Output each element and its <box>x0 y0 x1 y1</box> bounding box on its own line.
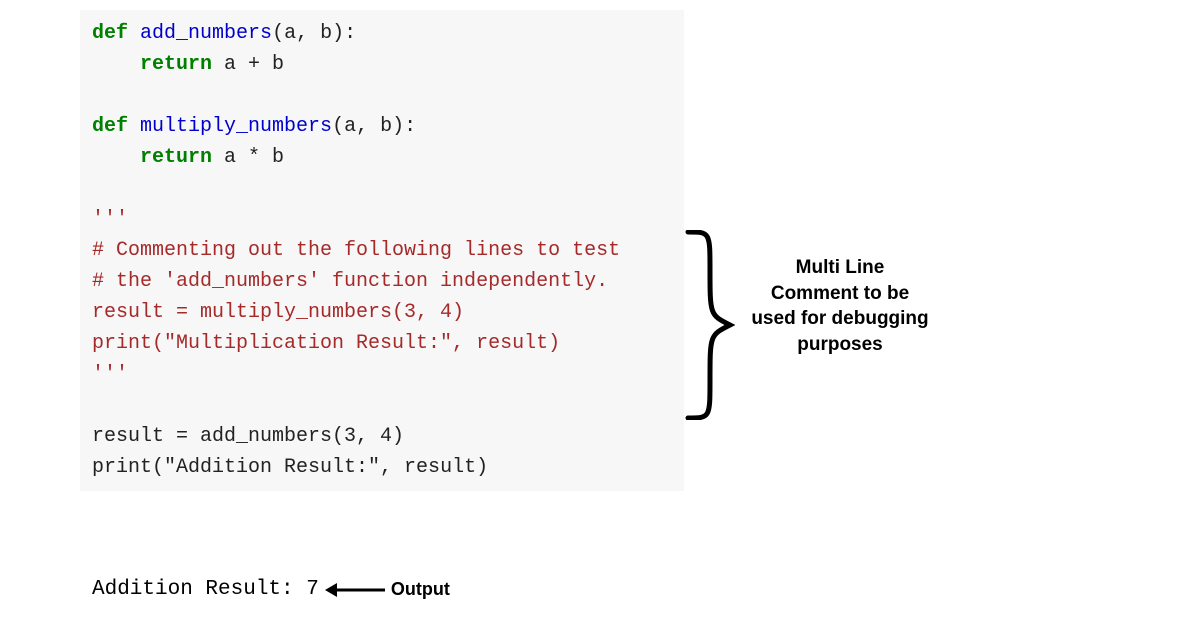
comment-line-1: # Commenting out the following lines to … <box>92 239 620 262</box>
code-print-call: print <box>92 456 152 479</box>
commented-code-2: print("Multiplication Result:", result) <box>92 332 560 355</box>
keyword-return: return <box>140 53 212 76</box>
curly-brace-icon <box>680 230 735 420</box>
code-assign-result: result = add_numbers(3, 4) <box>92 425 404 448</box>
sig-mult: (a, b): <box>332 115 416 138</box>
keyword-return: return <box>140 146 212 169</box>
func-add-numbers: add_numbers <box>140 22 272 45</box>
output-text: Addition Result: 7 <box>92 578 319 601</box>
commented-code-1: result = multiply_numbers(3, 4) <box>92 301 464 324</box>
expr-mult: a * b <box>212 146 284 169</box>
code-print-args: ("Addition Result:", result) <box>152 456 488 479</box>
docstring-close: ''' <box>92 363 128 386</box>
expr-add: a + b <box>212 53 284 76</box>
func-multiply-numbers: multiply_numbers <box>140 115 332 138</box>
output-row: Addition Result: 7 Output <box>92 578 450 601</box>
keyword-def: def <box>92 115 128 138</box>
annotation-text: Multi Line Comment to be used for debugg… <box>750 255 930 358</box>
sig-add: (a, b): <box>272 22 356 45</box>
arrow-left-icon <box>325 583 385 597</box>
code-block: def add_numbers(a, b): return a + b def … <box>80 10 684 491</box>
comment-line-2: # the 'add_numbers' function independent… <box>92 270 608 293</box>
output-label: Output <box>391 579 450 600</box>
keyword-def: def <box>92 22 128 45</box>
docstring-open: ''' <box>92 208 128 231</box>
